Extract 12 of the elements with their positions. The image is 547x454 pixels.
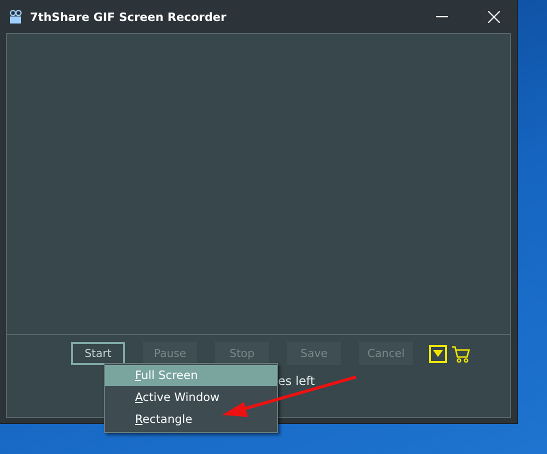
window-title: 7thShare GIF Screen Recorder: [30, 10, 228, 24]
toolbar-button[interactable]: Start: [71, 342, 125, 365]
cart-icon[interactable]: [451, 344, 471, 362]
status-text: es left: [278, 374, 315, 388]
dropdown-button[interactable]: [429, 344, 447, 362]
menu-item[interactable]: Active Window: [105, 387, 277, 408]
menu-item[interactable]: Full Screen: [105, 365, 277, 386]
caret-icon: [433, 350, 443, 357]
menu-item[interactable]: Rectangle: [105, 409, 277, 430]
camera-icon: [8, 8, 24, 24]
minimize-icon: [436, 16, 448, 18]
close-icon: [488, 10, 500, 22]
